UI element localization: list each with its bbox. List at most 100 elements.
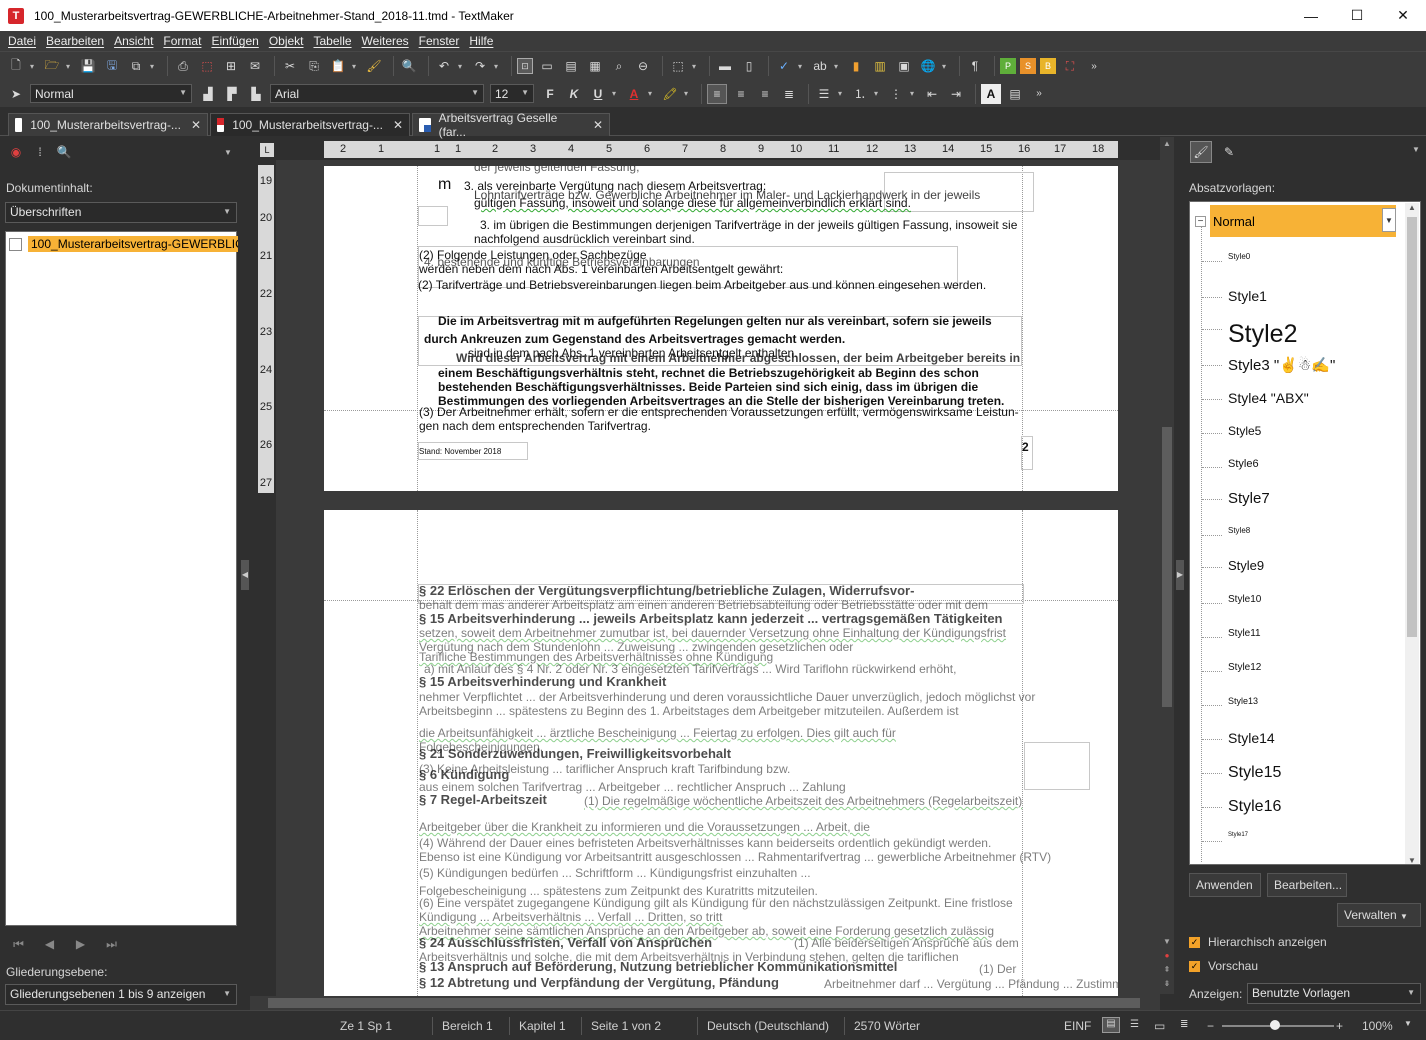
insert-table-icon[interactable]: ▦ [585,56,605,76]
align-right-icon[interactable]: ≡ [755,84,775,104]
outline-level-select[interactable]: Gliederungsebenen 1 bis 9 anzeigen ▼ [5,984,237,1005]
style-item[interactable]: Style8 [1228,526,1250,535]
tab-document-2[interactable]: 100_Musterarbeitsvertrag-... ✕ [210,113,410,136]
autocorrect-icon[interactable]: ab [810,56,830,76]
menu-format[interactable]: Format [159,34,205,48]
undo-dropdown-icon[interactable]: ▾ [458,62,466,71]
menu-weiteres[interactable]: Weiteres [358,34,413,48]
presentations-icon[interactable]: P [1000,58,1016,74]
show-styles-select[interactable]: Benutzte Vorlagen ▼ [1247,983,1421,1004]
first-heading-icon[interactable]: ⏮ [5,932,32,956]
search-icon[interactable]: 🔍 [54,142,74,162]
zoom-out-icon[interactable]: ⊖ [633,56,653,76]
menu-datei[interactable]: Datei [4,34,40,48]
style-item[interactable]: Style4 "ABX" [1228,390,1309,406]
style-item[interactable]: Style5 [1228,424,1261,438]
menu-fenster[interactable]: Fenster [415,34,464,48]
autocorrect-dropdown-icon[interactable]: ▾ [834,62,842,71]
insert-object-icon[interactable]: ⬚ [668,56,688,76]
close-button[interactable]: ✕ [1380,0,1426,31]
insert-header-icon[interactable]: ▤ [561,56,581,76]
preview-checkbox[interactable]: ✓ Vorschau [1189,959,1258,973]
vertical-ruler[interactable]: 19 20 21 22 23 24 25 26 27 [258,165,274,493]
style-item[interactable]: Style1 [1228,288,1267,304]
left-panel-collapse-handle[interactable]: ◀ [241,560,249,590]
redo-icon[interactable]: ↷ [470,56,490,76]
spellcheck-icon[interactable]: ✓ [774,56,794,76]
tab-close-icon[interactable]: ✕ [393,118,403,132]
last-heading-icon[interactable]: ⏭ [98,932,125,956]
underline-dropdown-icon[interactable]: ▾ [612,89,620,98]
underline-button[interactable]: U [588,84,608,104]
content-filter-select[interactable]: Überschriften ▼ [5,202,237,223]
vertical-scrollbar[interactable]: ▲ ▼ ● ⇞ ⇟ [1160,137,1174,994]
font-size-select[interactable]: 12 ▼ [490,84,534,103]
outline-dropdown-icon[interactable]: ▾ [910,89,918,98]
field-icon[interactable]: ⊡ [517,58,533,74]
style-item[interactable]: Style3 "✌☃✍" [1228,356,1335,374]
chart-icon[interactable]: ▮ [846,56,866,76]
panel-menu-icon[interactable]: ▼ [224,148,232,157]
italic-button[interactable]: K [564,84,584,104]
outline-view-icon[interactable]: ☰ [1130,1019,1139,1030]
master-page-view-icon[interactable]: ≣ [1180,1019,1188,1030]
menu-bearbeiten[interactable]: Bearbeiten [42,34,108,48]
next-heading-icon[interactable]: ▶ [67,932,94,956]
menu-hilfe[interactable]: Hilfe [465,34,497,48]
style-item-normal[interactable]: Normal [1210,205,1396,237]
menu-ansicht[interactable]: Ansicht [110,34,157,48]
right-panel-collapse-handle[interactable]: ▶ [1176,560,1184,590]
save-as-icon[interactable]: 🖫 [102,56,122,76]
planmaker-icon[interactable]: S [1020,58,1036,74]
minimize-button[interactable]: — [1288,0,1334,31]
print-icon[interactable]: ⎙ [173,56,193,76]
scroll-thumb[interactable] [1407,217,1417,637]
align-justify-icon[interactable]: ≣ [779,84,799,104]
tab-close-icon[interactable]: ✕ [191,118,201,132]
scroll-up-icon[interactable]: ▲ [1405,203,1419,212]
align-left-icon[interactable]: ≡ [707,83,727,104]
pointer-icon[interactable]: ➤ [6,84,26,104]
manage-styles-button[interactable]: Verwalten ▼ [1337,903,1421,927]
style-item[interactable]: Style7 [1228,490,1270,507]
bar-chart-icon[interactable]: ▥ [870,56,890,76]
save-all-icon[interactable]: ⧉ [126,56,146,76]
edit-style-button[interactable]: Bearbeiten... [1267,873,1347,897]
outline-numbering-icon[interactable]: ⋮ [886,84,906,104]
page-layout-icon[interactable]: ▯ [739,56,759,76]
scroll-thumb[interactable] [268,998,1140,1008]
save-dropdown-icon[interactable]: ▾ [150,62,158,71]
style-dropdown-icon[interactable]: ▼ [1382,208,1396,232]
copy-icon[interactable]: ⎘ [304,56,324,76]
export-pdf-icon[interactable]: ⬚ [197,56,217,76]
apply-style-button[interactable]: Anwenden [1189,873,1261,897]
style-item[interactable]: Style12 [1228,662,1261,673]
new-document-icon[interactable]: 🗋 [6,56,26,76]
document-page-1[interactable]: der jeweils geltenden Fassung, m 3. als … [324,166,1118,491]
document-page-2[interactable]: § 22 Erlöschen der Vergütungsverpflichtu… [324,510,1118,996]
browse-object-icon[interactable]: ● [1160,951,1174,960]
menu-einfuegen[interactable]: Einfügen [207,34,262,48]
scroll-down-icon[interactable]: ▼ [1160,937,1174,946]
insert-textframe-icon[interactable]: ▭ [537,56,557,76]
font-family-select[interactable]: Arial ▼ [270,84,484,103]
zoom-in-button[interactable]: + [1336,1019,1343,1033]
paste-dropdown-icon[interactable]: ▾ [352,62,360,71]
decrease-indent-icon[interactable]: ⇤ [922,84,942,104]
page-view-icon[interactable]: ▭ [1154,1019,1165,1033]
highlight-dropdown-icon[interactable]: ▾ [684,89,692,98]
web-icon[interactable]: 🌐 [918,56,938,76]
normal-view-icon[interactable]: ▤ [1102,1017,1120,1033]
font-color-button[interactable]: A [624,84,644,104]
save-icon[interactable]: 💾 [78,56,98,76]
paragraph-style-select[interactable]: Normal ▼ [30,84,192,103]
numbering-icon[interactable]: ⒈ [850,84,870,104]
menu-tabelle[interactable]: Tabelle [310,34,356,48]
paragraph-dialog-icon[interactable]: ▤ [1005,84,1025,104]
align-center-icon[interactable]: ≡ [731,84,751,104]
pilcrow-icon[interactable]: ¶ [965,56,985,76]
tab-document-3[interactable]: Arbeitsvertrag Geselle (far... ✕ [412,111,610,139]
previous-heading-icon[interactable]: ◀ [36,932,63,956]
page-indicator[interactable]: Seite 1 von 2 [591,1019,661,1033]
bold-button[interactable]: F [540,84,560,104]
